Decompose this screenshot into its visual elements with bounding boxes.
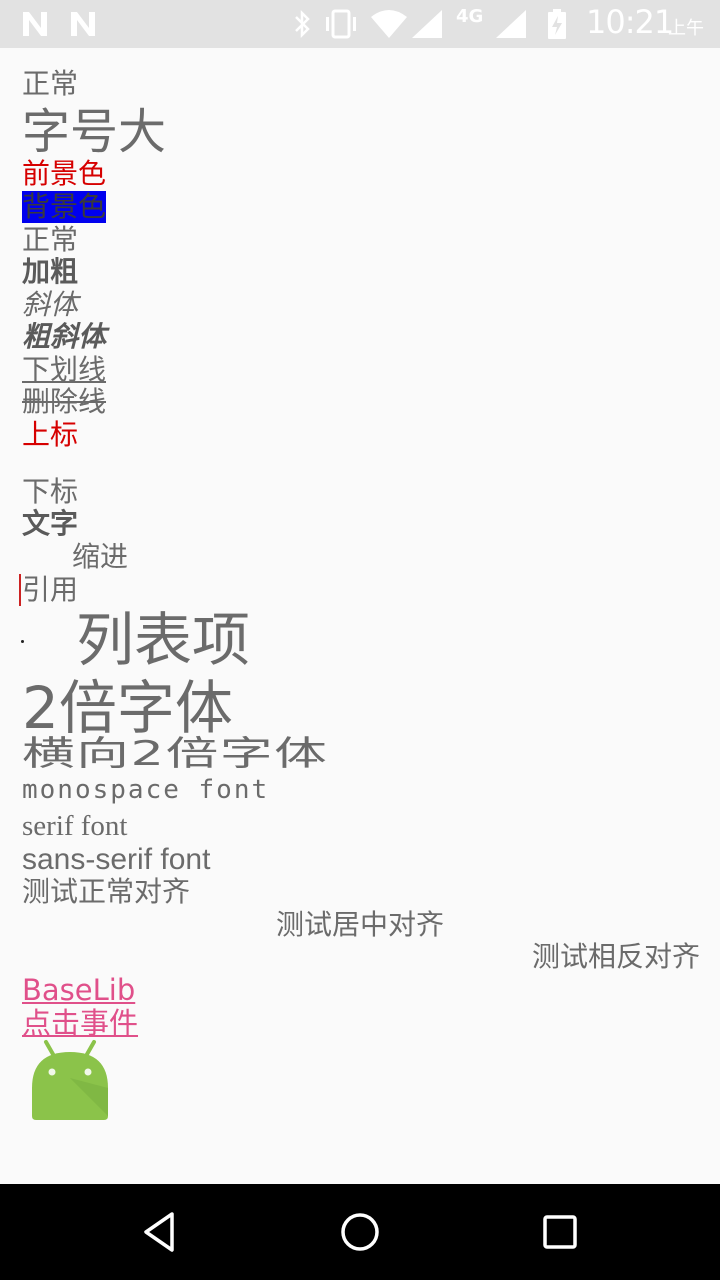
recents-icon[interactable] — [536, 1208, 584, 1256]
android-robot-icon — [32, 1040, 108, 1120]
text-subscript: 下标 — [22, 475, 79, 508]
back-icon[interactable] — [136, 1208, 184, 1256]
text-superscript: 上标 — [22, 418, 79, 451]
signal-icon — [412, 10, 442, 38]
text-foreground-color: 前景色 — [22, 157, 107, 190]
text-quote: 引用 — [22, 573, 79, 606]
text-background-color: 背景色 — [22, 190, 107, 223]
signal-icon — [496, 10, 526, 38]
text-monospace-font: monospace font — [22, 775, 270, 805]
text-strikethrough: 删除线 — [22, 385, 107, 418]
text-serif-font: serif font — [22, 810, 128, 842]
text-list-item: 列表项 — [76, 606, 251, 674]
bluetooth-icon — [295, 9, 310, 39]
baselib-link[interactable]: BaseLib — [22, 974, 135, 1006]
clock-time: 10:21 — [586, 3, 674, 41]
vibrate-icon — [326, 9, 356, 39]
network-type-label: 4G — [456, 6, 484, 27]
text-normal: 正常 — [22, 67, 79, 100]
text-bold: 加粗 — [22, 255, 79, 288]
text-large-size: 字号大 — [22, 104, 167, 160]
text-horizontal-double-wrap: 横向2倍字体 — [22, 737, 327, 772]
click-event-link[interactable]: 点击事件 — [22, 1007, 138, 1039]
text-italic: 斜体 — [22, 288, 79, 321]
text-background-color-wrap: 背景色 — [22, 190, 107, 223]
notification-n-icon — [71, 12, 95, 36]
status-bar: 4G 10:21 上午 — [0, 0, 720, 48]
notification-n-icon — [23, 12, 47, 36]
battery-charging-icon — [548, 9, 566, 39]
text-align-opposite: 测试相反对齐 — [531, 940, 700, 973]
text-double-font: 2倍字体 — [22, 674, 233, 742]
text-bold-italic: 粗斜体 — [22, 320, 107, 353]
text-indent: 缩进 — [72, 540, 129, 573]
clock-ampm: 上午 — [668, 18, 704, 39]
quote-stripe — [19, 574, 21, 606]
home-icon[interactable] — [336, 1208, 384, 1256]
bullet-icon — [21, 640, 24, 643]
wifi-icon — [371, 10, 407, 38]
text-plain: 文字 — [22, 507, 79, 540]
text-align-normal: 测试正常对齐 — [22, 875, 191, 908]
navigation-bar — [0, 1184, 720, 1280]
text-align-center: 测试居中对齐 — [275, 908, 444, 941]
text-underline: 下划线 — [22, 353, 107, 386]
text-sans-serif-font: sans-serif font — [22, 843, 211, 876]
spannable-text-demo: 正常 字号大 前景色 背景色 正常 加粗 斜体 粗斜体 下划线 删除线 上标 下… — [0, 48, 720, 1184]
text-normal: 正常 — [22, 223, 79, 256]
text-horizontal-double-font: 横向2倍字体 — [22, 734, 329, 774]
